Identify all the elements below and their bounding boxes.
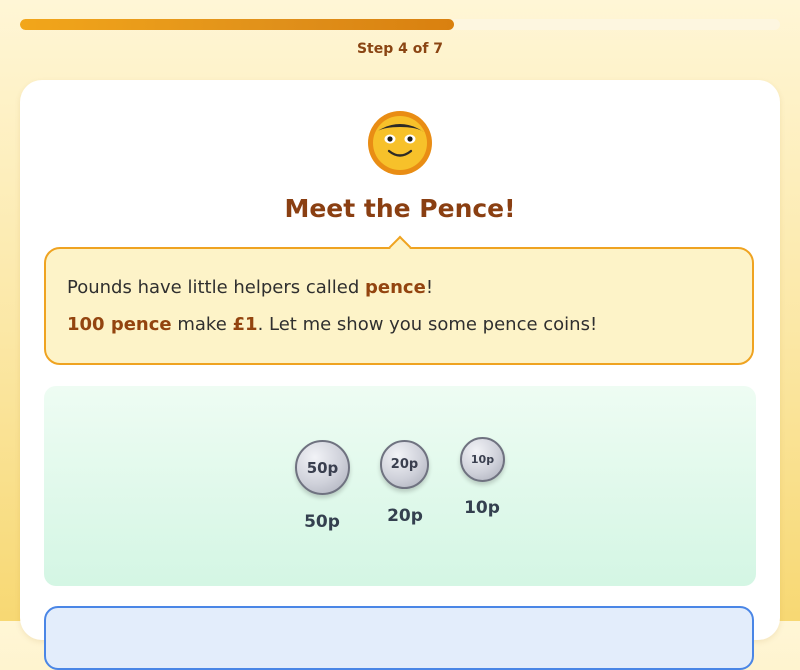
progress-fill [20, 19, 454, 30]
lesson-title: Meet the Pence! [284, 194, 516, 223]
speech-bubble-tail [388, 235, 412, 259]
coin-10p[interactable]: 10p [460, 437, 505, 482]
coin-display-panel: 50p 50p 20p 10p 20p 10p [44, 386, 756, 586]
coin-caption-20p: 20p [387, 506, 423, 526]
coin-caption-10p: 10p [464, 498, 500, 518]
coin-20p[interactable]: 20p [380, 440, 429, 489]
lesson-card: Meet the Pence! Pounds have little helpe… [20, 80, 780, 670]
speech-bubble: Pounds have little helpers called pence!… [44, 235, 754, 365]
info-box [44, 606, 754, 670]
coin-caption-50p: 50p [304, 512, 340, 532]
bubble-line-1: Pounds have little helpers called pence! [67, 277, 434, 298]
step-counter: Step 4 of 7 [356, 41, 444, 57]
bubble-line-2: 100 pence make £1. Let me show you some … [67, 314, 598, 335]
smiley-coin-mascot-icon [368, 111, 432, 175]
coin-50p[interactable]: 50p [295, 440, 350, 495]
progress-bar [20, 19, 780, 30]
